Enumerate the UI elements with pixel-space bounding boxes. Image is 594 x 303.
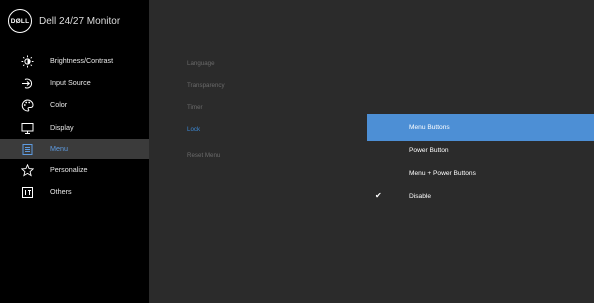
brightness-icon: [21, 55, 34, 68]
header: DØLL Dell 24/27 Monitor: [0, 0, 149, 44]
monitor-model: Dell 24/27 Monitor: [39, 16, 121, 27]
submenu-item-language[interactable]: Language: [187, 60, 215, 67]
nav-label: Menu: [50, 144, 68, 153]
display-icon: [21, 123, 34, 134]
nav-label: Personalize: [50, 165, 88, 174]
nav-item-others[interactable]: Others: [0, 182, 149, 202]
nav-label: Brightness/Contrast: [50, 56, 114, 65]
dell-logo: DØLL: [8, 9, 32, 33]
option-label: Menu Buttons: [409, 124, 450, 131]
star-icon: [21, 164, 34, 177]
submenu-item-reset-menu[interactable]: Reset Menu: [187, 152, 220, 159]
sidebar: DØLL Dell 24/27 Monitor Brightness/Contr…: [0, 0, 149, 303]
nav-item-menu[interactable]: Menu: [0, 139, 149, 159]
option-label: Disable: [409, 193, 431, 200]
nav-item-color[interactable]: Color: [0, 95, 149, 115]
nav-label: Color: [50, 100, 68, 109]
color-icon: [21, 99, 34, 112]
nav-item-display[interactable]: Display: [0, 118, 149, 138]
submenu-item-transparency[interactable]: Transparency: [187, 82, 225, 89]
nav-item-personalize[interactable]: Personalize: [0, 160, 149, 180]
submenu-item-lock[interactable]: Lock: [187, 126, 200, 133]
nav-label: Display: [50, 123, 74, 132]
others-icon: [22, 187, 33, 198]
nav-item-input-source[interactable]: Input Source: [0, 73, 149, 93]
nav-label: Input Source: [50, 78, 91, 87]
option-disable[interactable]: ✔ Disable: [367, 183, 594, 210]
nav-label: Others: [50, 187, 72, 196]
input-source-icon: [22, 78, 32, 89]
option-label: Power Button: [409, 147, 449, 154]
menu-icon: [22, 144, 33, 155]
checkmark-icon: ✔: [375, 191, 382, 200]
main-panel: Language Transparency Timer Lock Reset M…: [149, 0, 594, 303]
submenu-item-timer[interactable]: Timer: [187, 104, 203, 111]
option-label: Menu + Power Buttons: [409, 170, 476, 177]
nav-item-brightness-contrast[interactable]: Brightness/Contrast: [0, 51, 149, 71]
